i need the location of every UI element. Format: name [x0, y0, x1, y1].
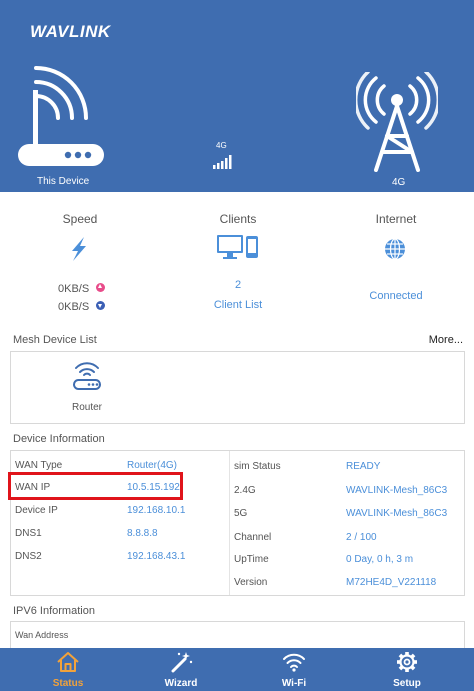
wifi-icon [283, 653, 305, 672]
stats-panel: Speed 0KB/S 0KB/S Clients 2 Client List … [0, 192, 474, 322]
nav-wizard-label: Wizard [164, 678, 198, 689]
info-left-value: Router(4G) [127, 460, 178, 471]
info-right-value: 2 / 100 [346, 532, 377, 543]
gear-icon [397, 652, 417, 672]
speed-column: Speed 0KB/S 0KB/S [0, 192, 160, 313]
internet-title: Internet [375, 212, 417, 226]
info-left-value: 192.168.43.1 [127, 551, 186, 562]
info-right-value: WAVLINK-Mesh_86C3 [346, 485, 448, 496]
info-right-label: Version [234, 577, 268, 588]
mesh-device-box: Router [10, 351, 465, 424]
download-row: 0KB/S [58, 297, 105, 315]
mesh-router-item[interactable]: Router [63, 358, 111, 418]
info-divider [229, 451, 230, 595]
info-right-label: sim Status [234, 461, 281, 472]
info-left-label: DNS1 [15, 528, 42, 539]
speed-title: Speed [62, 212, 98, 226]
wan-address-label: Wan Address [15, 630, 69, 640]
upload-row: 0KB/S [58, 279, 105, 297]
client-count: 2 [234, 279, 242, 291]
upload-arrow-icon [95, 283, 105, 293]
nav-wifi-label: Wi-Fi [281, 678, 307, 689]
nav-wizard[interactable]: Wizard [122, 648, 240, 691]
header: WAVLINK This Device 4G 4G [0, 0, 474, 192]
clients-title: Clients [219, 212, 257, 226]
info-right-label: 2.4G [234, 485, 256, 496]
nav-status-label: Status [52, 678, 84, 689]
upload-speed: 0KB/S [58, 283, 90, 295]
info-right-label: UpTime [234, 554, 269, 565]
nav-wifi[interactable]: Wi-Fi [235, 648, 353, 691]
ipv6-section-title: IPV6 Information [13, 605, 95, 617]
client-list-link[interactable]: Client List [158, 299, 318, 311]
download-speed: 0KB/S [58, 301, 90, 313]
info-left-label: Device IP [15, 505, 58, 516]
mid-network-label: 4G [216, 141, 227, 150]
mesh-section-title: Mesh Device List [13, 334, 97, 346]
nav-setup[interactable]: Setup [348, 648, 466, 691]
nav-status[interactable]: Status [9, 648, 127, 691]
info-right-value: READY [346, 461, 381, 472]
nav-setup-label: Setup [393, 678, 421, 689]
lightning-icon [72, 237, 86, 261]
internet-column: Internet Connected [316, 192, 474, 302]
more-link[interactable]: More... [429, 334, 463, 346]
this-device-label: This Device [37, 176, 90, 187]
devices-icon[interactable] [216, 234, 260, 260]
ipv6-box: Wan Address [10, 621, 465, 651]
info-right-label: 5G [234, 508, 248, 519]
cell-tower-icon [356, 72, 438, 172]
tower-network-label: 4G [392, 177, 406, 188]
info-left-label: WAN Type [15, 460, 63, 471]
info-left-value: 8.8.8.8 [127, 528, 158, 539]
clients-column: Clients 2 Client List [158, 192, 318, 311]
info-right-value: WAVLINK-Mesh_86C3 [346, 508, 448, 519]
router-wifi-icon [18, 66, 104, 166]
brand-logo: WAVLINK [30, 22, 111, 41]
home-icon [57, 652, 79, 672]
info-left-label: WAN IP [15, 482, 51, 493]
info-left-value: 192.168.10.1 [127, 505, 186, 516]
info-right-label: Channel [234, 532, 272, 543]
device-info-title: Device Information [13, 433, 105, 445]
info-left-value: 10.5.15.192 [127, 482, 180, 493]
info-right-value: 0 Day, 0 h, 3 m [346, 554, 414, 565]
download-arrow-icon [95, 301, 105, 311]
info-left-label: DNS2 [15, 551, 42, 562]
info-right-value: M72HE4D_V221118 [346, 577, 437, 588]
magic-wand-icon [171, 652, 193, 673]
mesh-router-icon [73, 362, 101, 390]
mesh-router-label: Router [71, 402, 102, 413]
bottom-nav: Status Wizard Wi-Fi Setup [0, 648, 474, 691]
internet-status: Connected [369, 290, 423, 302]
globe-icon [385, 238, 405, 260]
signal-bars-icon [213, 155, 232, 169]
